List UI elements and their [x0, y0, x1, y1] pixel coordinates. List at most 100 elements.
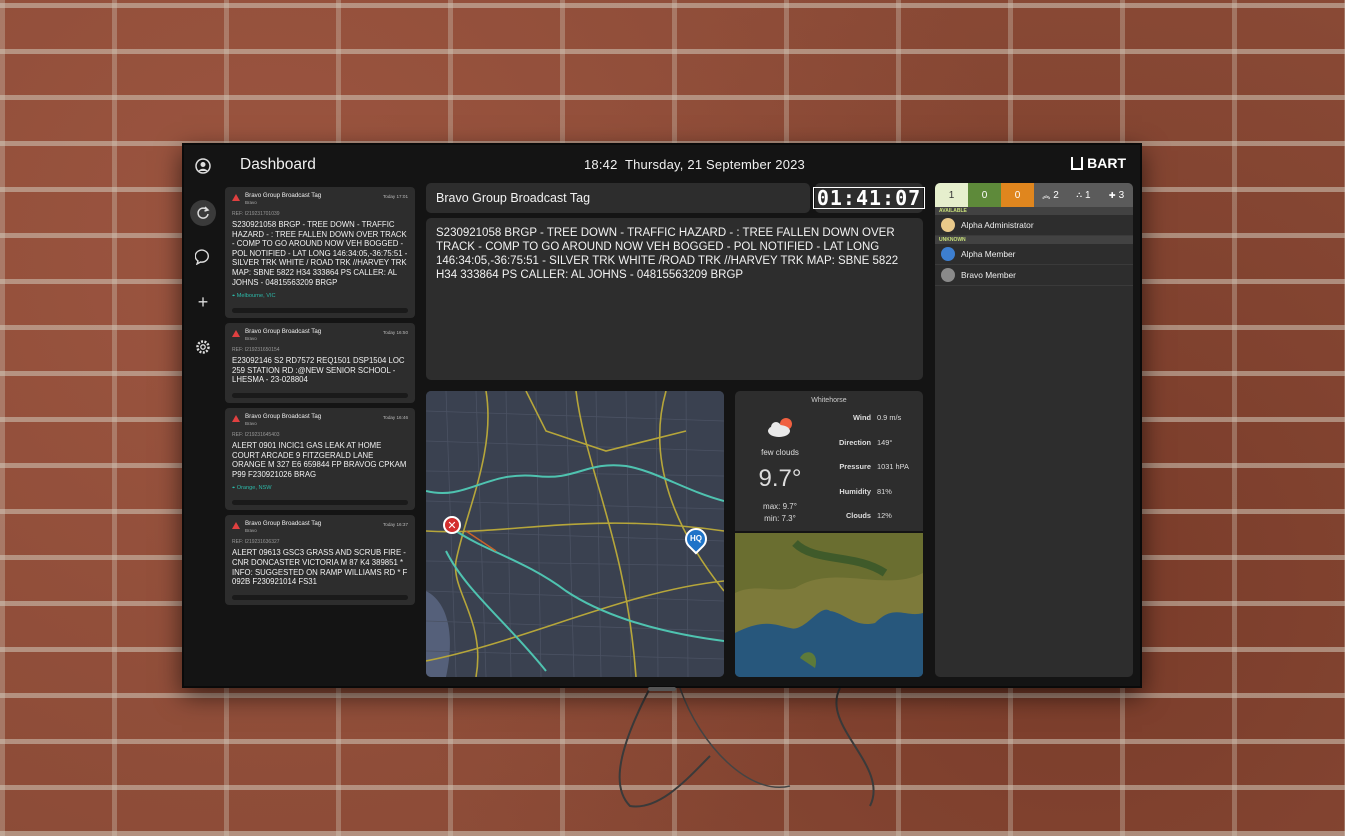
- feed-card-tag: Bravo Group Broadcast Tag: [245, 412, 322, 420]
- satellite-map[interactable]: [735, 533, 923, 677]
- feed-card-response-bar: [232, 392, 408, 398]
- availability-count-value: 1: [948, 189, 955, 201]
- settings-icon[interactable]: [191, 335, 215, 359]
- member-name: Bravo Member: [961, 270, 1016, 280]
- elapsed-timer-value: 01:41:07: [812, 187, 926, 209]
- feed-card-response-bar: [232, 594, 408, 600]
- clock-time: 18:42: [584, 157, 618, 172]
- elapsed-timer: 01:41:07: [812, 183, 926, 213]
- weather-row-key: Clouds: [845, 511, 871, 520]
- feed-card-response-bar: [232, 308, 408, 314]
- availability-count[interactable]: ⛬ 1: [1067, 183, 1100, 207]
- feed-card-ref: REF: I219231645403: [232, 431, 280, 438]
- bart-logo-icon: [1071, 156, 1084, 170]
- feed-card-location: ⌖ Melbourne, VIC: [232, 293, 408, 300]
- availability-section-header: UNKNOWN: [935, 236, 1133, 244]
- chat-icon[interactable]: [191, 245, 215, 269]
- avatar: [941, 247, 955, 261]
- weather-row-value: 149°: [877, 437, 893, 447]
- feed-card[interactable]: Bravo Group Broadcast Tag Bravo Today 17:0…: [225, 187, 415, 319]
- weather-widget: Whitehorse few clouds 9.7° max: 9.7° min…: [735, 391, 923, 531]
- satellite-image: [735, 533, 923, 677]
- availability-count-value: 0: [1014, 189, 1021, 201]
- weather-row-key: Humidity: [839, 486, 871, 496]
- page-title: Dashboard: [240, 156, 316, 173]
- availability-count[interactable]: 1: [935, 183, 968, 207]
- feed-card[interactable]: Bravo Group Broadcast Tag Bravo Today 16:3…: [225, 515, 415, 605]
- weather-row-key: Direction: [838, 437, 871, 447]
- weather-city: Whitehorse: [811, 397, 847, 404]
- feed-card-sub: Bravo: [245, 200, 257, 205]
- incident-marker-icon[interactable]: ✕: [443, 516, 461, 534]
- message-feed[interactable]: Bravo Group Broadcast Tag Bravo Today 17:0…: [225, 187, 415, 677]
- active-message-body: S230921058 BRGP - TREE DOWN - TRAFFIC HA…: [426, 218, 923, 380]
- feed-card-tag: Bravo Group Broadcast Tag: [245, 192, 322, 199]
- availability-section-header: AVAILABLE: [935, 207, 1133, 215]
- active-message-title: Bravo Group Broadcast Tag: [426, 183, 810, 213]
- feed-card[interactable]: Bravo Group Broadcast Tag Bravo Today 16:4…: [225, 407, 415, 511]
- brand-name: BART: [1087, 155, 1126, 171]
- feed-card-ref: REF: I219231636327: [232, 539, 280, 546]
- weather-row: Humidity 81%: [823, 487, 919, 496]
- weather-row-value: 81%: [877, 486, 892, 496]
- tv-cable: [618, 687, 875, 808]
- warning-icon: [232, 522, 240, 530]
- feed-card-tag: Bravo Group Broadcast Tag: [245, 520, 322, 528]
- warning-icon: [232, 330, 240, 338]
- feed-card-tag: Bravo Group Broadcast Tag: [245, 328, 322, 336]
- chevrons-up-icon: ︽: [1042, 190, 1051, 200]
- member-row[interactable]: Alpha Member: [935, 244, 1133, 265]
- weather-row-key: Wind: [853, 413, 871, 422]
- incident-map[interactable]: ✕ HQ: [426, 391, 724, 677]
- feed-card-message: E23092146 S2 RD7572 REQ1501 DSP1504 LOC …: [232, 356, 405, 385]
- feed-card-ref: REF: I219231650154: [232, 347, 280, 354]
- feed-card-message: ALERT 09613 GSC3 GRASS AND SCRUB FIRE - …: [232, 548, 408, 587]
- availability-count[interactable]: 0: [968, 183, 1001, 207]
- feed-card-sub: Bravo: [245, 420, 257, 426]
- weather-min: min: 7.3°: [764, 514, 796, 523]
- tv-screen: + Dashboard 18:42 Thursday, 21 September…: [182, 143, 1142, 688]
- medical-cross-icon: ✚: [1108, 190, 1116, 200]
- account-icon[interactable]: [191, 154, 215, 178]
- availability-count[interactable]: 0: [1001, 183, 1034, 207]
- weather-row-value: 0.9 m/s: [877, 413, 902, 422]
- availability-count[interactable]: ︽ 2: [1034, 183, 1067, 207]
- weather-row: Direction 149°: [823, 438, 919, 447]
- feed-card-message: ALERT 0901 INCIC1 GAS LEAK AT HOME COURT…: [232, 440, 407, 479]
- avatar: [941, 218, 955, 232]
- feed-card-time: Today 16:46: [382, 414, 408, 420]
- feed-card-time: Today 16:37: [382, 522, 408, 528]
- weather-description: few clouds: [761, 448, 799, 457]
- plus-icon[interactable]: +: [191, 290, 215, 314]
- member-row[interactable]: Bravo Member: [935, 265, 1133, 286]
- feed-card[interactable]: Bravo Group Broadcast Tag Bravo Today 16:5…: [225, 323, 415, 403]
- weather-row: Pressure 1031 hPA: [823, 462, 919, 471]
- availability-counts: 1 0 0 ︽ 2 ⛬ 1 ✚ 3: [935, 183, 1133, 207]
- tv-brand-badge: [648, 687, 676, 691]
- avatar: [941, 268, 955, 282]
- sidebar: +: [184, 145, 222, 686]
- weather-max: max: 9.7°: [763, 502, 797, 511]
- weather-row-value: 12%: [877, 511, 892, 520]
- feed-card-location-text: Orange, NSW: [236, 485, 272, 492]
- availability-count-value: 3: [1118, 189, 1125, 201]
- hq-marker-label: HQ: [690, 534, 702, 543]
- feed-card-time: Today 17:01: [382, 194, 408, 199]
- weather-row: Wind 0.9 m/s: [823, 413, 919, 422]
- feed-card-message: S230921058 BRGP - TREE DOWN - TRAFFIC HA…: [232, 220, 408, 287]
- availability-count[interactable]: ✚ 3: [1100, 183, 1133, 207]
- availability-count-value: 1: [1085, 189, 1091, 201]
- refresh-icon[interactable]: [190, 200, 216, 226]
- datetime: 18:42 Thursday, 21 September 2023: [584, 157, 805, 172]
- group-icon: ⛬: [1076, 190, 1083, 199]
- brand-logo: BART: [1071, 155, 1126, 171]
- warning-icon: [232, 194, 240, 201]
- member-row[interactable]: Alpha Administrator: [935, 215, 1133, 236]
- weather-row: Clouds 12%: [823, 511, 919, 520]
- member-name: Alpha Administrator: [961, 220, 1034, 230]
- location-pin-icon: ⌖: [232, 293, 236, 300]
- weather-row-value: 1031 hPA: [877, 462, 909, 471]
- member-name: Alpha Member: [961, 249, 1016, 259]
- availability-count-value: 2: [1053, 189, 1059, 201]
- feed-card-time: Today 16:50: [382, 330, 408, 336]
